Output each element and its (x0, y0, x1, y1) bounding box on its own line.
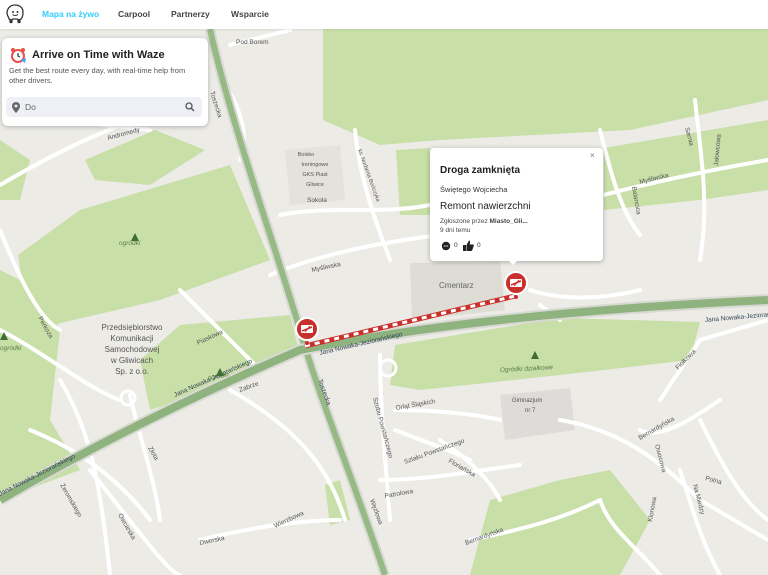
reported-prefix: Zgłoszone przez (440, 218, 490, 225)
map-label: nr 7 (525, 408, 536, 414)
map-label: GKS Piast (302, 172, 328, 178)
waze-logo-icon[interactable] (5, 3, 25, 25)
popup-close-button[interactable]: × (590, 151, 595, 160)
map-label: Samochodowej (105, 345, 160, 354)
reporter-name[interactable]: Miasto_Gli... (490, 218, 528, 225)
map-label: Przedsiębiorstwo (102, 323, 163, 332)
alarm-clock-icon (11, 48, 26, 63)
popup-pointer (507, 259, 519, 265)
thanks-count: 0 (477, 242, 481, 249)
popup-reported-by: Zgłoszone przez Miasto_Gli... (440, 218, 528, 225)
promo-title: Arrive on Time with Waze (32, 49, 165, 61)
top-bar: Mapa na żywo Carpool Partnerzy Wsparcie (0, 0, 768, 29)
closure-popup: × Droga zamknięta Świętego Wojciecha Rem… (430, 148, 603, 261)
nav-partners[interactable]: Partnerzy (171, 9, 210, 19)
location-pin-icon (12, 102, 20, 113)
popup-description: Remont nawierzchni (440, 201, 531, 212)
map-label: Gimnazjum (512, 398, 542, 404)
search-placeholder: Do (25, 102, 36, 112)
comment-count: 0 (454, 242, 458, 249)
nav-live-map[interactable]: Mapa na żywo (42, 9, 99, 19)
nav-support[interactable]: Wsparcie (231, 9, 269, 19)
map-label: Sokola (307, 197, 327, 204)
map-label: Komunikacji (110, 334, 153, 343)
comment-icon[interactable] (441, 241, 451, 251)
popup-title: Droga zamknięta (440, 165, 521, 176)
map-label: ogródki (119, 240, 141, 247)
map-label: Gliwice (306, 182, 324, 188)
map-label: Boisko (298, 152, 315, 158)
destination-search[interactable]: Do (6, 97, 202, 117)
map-label: Cmentarz (439, 281, 474, 290)
map-label: ogródki (0, 345, 22, 352)
thumbs-up-icon[interactable] (463, 240, 474, 251)
promo-subtitle: Get the best route every day, with real-… (9, 66, 186, 85)
nav-carpool[interactable]: Carpool (118, 9, 150, 19)
map-label: w Gliwicach (110, 356, 153, 365)
map-label: Pod Borem (236, 39, 269, 46)
map-label: treningowe (302, 162, 329, 168)
popup-street: Świętego Wojciecha (440, 185, 508, 194)
map-label: Sp. z o.o. (115, 367, 149, 376)
popup-age: 9 dni temu (440, 227, 471, 234)
search-icon[interactable] (185, 102, 195, 112)
